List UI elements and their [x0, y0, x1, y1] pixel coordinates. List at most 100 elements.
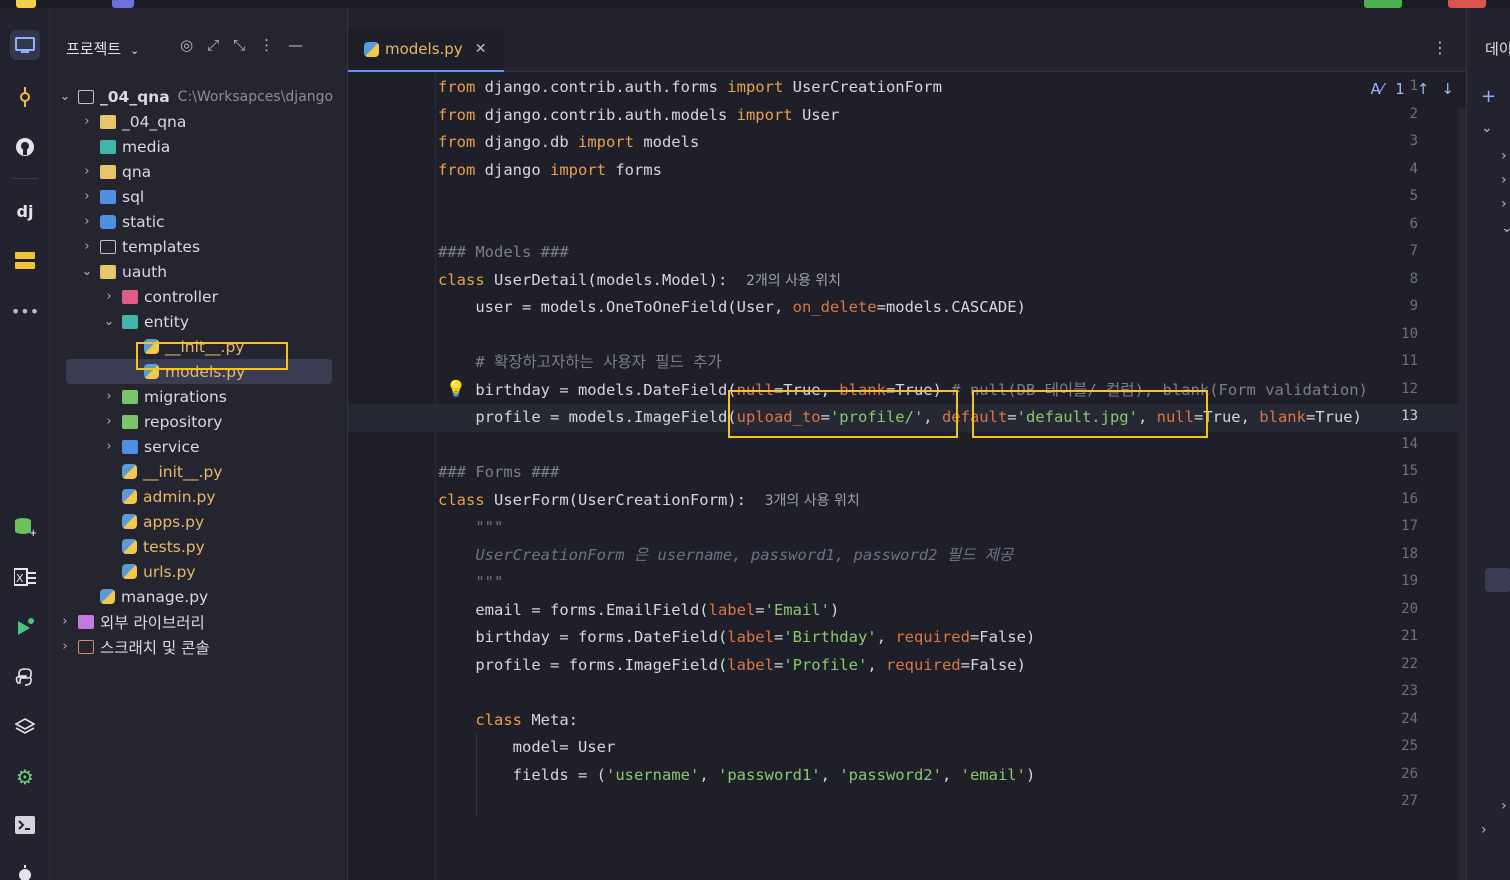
add-icon[interactable]: +	[1481, 86, 1496, 107]
side-scroll-handle[interactable]	[1485, 568, 1510, 592]
tree-item[interactable]: › service	[50, 434, 348, 459]
tree-item[interactable]: __init__.py	[50, 459, 348, 484]
commit-icon[interactable]	[10, 82, 40, 112]
chevron-down-icon[interactable]: ⌄	[1481, 120, 1493, 136]
code-line[interactable]: from django import forms	[438, 157, 662, 183]
chevron-right-icon[interactable]: ›	[80, 114, 94, 129]
code-line[interactable]: UserCreationForm 은 username, password1, …	[438, 542, 1013, 568]
chevron-right-icon[interactable]: ›	[1501, 798, 1507, 814]
code-line[interactable]: class UserForm(UserCreationForm): 3개의 사용…	[438, 487, 860, 513]
tree-item[interactable]: › controller	[50, 284, 348, 309]
tree-item[interactable]: › 외부 라이브러리	[50, 609, 348, 634]
tree-item[interactable]: › migrations	[50, 384, 348, 409]
excel-icon[interactable]: X	[10, 562, 40, 592]
code-token: ,	[820, 765, 840, 784]
tree-item[interactable]: › sql	[50, 184, 348, 209]
code-token: email = forms.EmailField(	[438, 600, 709, 619]
right-tool-strip: 데이 + ⌄ › › › ⌄ › ›	[1466, 8, 1510, 880]
hide-icon[interactable]: —	[288, 36, 303, 54]
code-line[interactable]: # 확장하고자하는 사용자 필드 추가	[438, 349, 721, 375]
terminal-icon[interactable]	[10, 810, 40, 840]
chevron-right-icon[interactable]: ›	[80, 164, 94, 179]
tree-item[interactable]: › qna	[50, 159, 348, 184]
tree-item[interactable]: tests.py	[50, 534, 348, 559]
chevron-right-icon[interactable]: ›	[102, 389, 116, 404]
more-icon[interactable]: •••	[10, 296, 40, 326]
code-line[interactable]: email = forms.EmailField(label='Email')	[438, 597, 839, 623]
options-icon[interactable]: ⋮	[259, 36, 274, 54]
expand-all-icon[interactable]: ⤢	[207, 36, 219, 54]
chevron-right-icon[interactable]: ›	[80, 189, 94, 204]
chevron-right-icon[interactable]: ›	[1501, 196, 1507, 212]
editor-scrollbar[interactable]	[1458, 108, 1466, 880]
code-line[interactable]: class Meta:	[438, 707, 578, 733]
chevron-right-icon[interactable]: ›	[1501, 148, 1507, 164]
code-line[interactable]: model= User	[438, 734, 616, 760]
chevron-down-icon[interactable]: ⌄	[58, 89, 72, 104]
chevron-down-icon[interactable]: ⌄	[1501, 220, 1510, 236]
window-top-strip	[0, 0, 1510, 8]
collapse-all-icon[interactable]: ⤡	[233, 36, 245, 54]
code-line[interactable]: fields = ('username', 'password1', 'pass…	[438, 762, 1036, 788]
code-line[interactable]: ### Models ###	[438, 239, 569, 265]
intention-bulb-icon[interactable]: 💡	[446, 379, 466, 398]
tree-item[interactable]: media	[50, 134, 348, 159]
code-line[interactable]: from django.contrib.auth.models import U…	[438, 102, 839, 128]
settings-icon[interactable]: ⚙	[10, 762, 40, 792]
chevron-right-icon[interactable]: ›	[58, 614, 72, 629]
run-icon[interactable]	[10, 612, 40, 642]
code-line[interactable]: from django.db import models	[438, 129, 699, 155]
code-line[interactable]: """	[438, 569, 503, 595]
code-line[interactable]: from django.contrib.auth.forms import Us…	[438, 74, 942, 100]
code-line[interactable]: class UserDetail(models.Model): 2개의 사용 위…	[438, 267, 841, 293]
activity-separator	[12, 178, 38, 179]
structure-icon[interactable]	[10, 246, 40, 276]
run-green-button[interactable]	[1364, 0, 1402, 8]
tree-item[interactable]: › _04_qna	[50, 109, 348, 134]
code-line[interactable]: birthday = forms.DateField(label='Birthd…	[438, 624, 1035, 650]
code-line[interactable]: ### Forms ###	[438, 459, 559, 485]
tree-item[interactable]: ⌄ _04_qna C:\Worksapces\django	[50, 84, 348, 109]
chevron-right-icon[interactable]: ›	[102, 439, 116, 454]
layers-icon[interactable]	[10, 712, 40, 742]
code-line[interactable]: profile = forms.ImageField(label='Profil…	[438, 652, 1026, 678]
chevron-right-icon[interactable]: ›	[80, 239, 94, 254]
tree-item[interactable]: ⌄ entity	[50, 309, 348, 334]
tree-item[interactable]: › static	[50, 209, 348, 234]
tree-item[interactable]: urls.py	[50, 559, 348, 584]
code-area[interactable]: from django.contrib.auth.forms import Us…	[348, 8, 1466, 880]
github-icon[interactable]	[10, 132, 40, 162]
chevron-right-icon[interactable]: ›	[102, 414, 116, 429]
tree-item[interactable]: › templates	[50, 234, 348, 259]
python-console-icon[interactable]	[10, 662, 40, 692]
debug-icon[interactable]	[10, 858, 40, 880]
chevron-down-icon[interactable]: ⌄	[130, 44, 139, 57]
chevron-down-icon[interactable]: ⌄	[102, 314, 116, 329]
chevron-right-icon[interactable]: ›	[80, 214, 94, 229]
code-line[interactable]: """	[438, 514, 503, 540]
code-token: 3개의 사용 위치	[764, 492, 860, 509]
tree-item-label: 스크래치 및 콘솔	[100, 638, 210, 657]
database-icon[interactable]: +	[10, 512, 40, 542]
code-line[interactable]: user = models.OneToOneField(User, on_del…	[438, 294, 1026, 320]
chevron-right-icon[interactable]: ›	[1481, 822, 1487, 838]
tree-item[interactable]: ⌄ uauth	[50, 259, 348, 284]
django-icon[interactable]: dj	[10, 196, 40, 226]
stop-red-button[interactable]	[1448, 0, 1486, 8]
locate-icon[interactable]: ◎	[180, 36, 193, 54]
tree-item[interactable]: apps.py	[50, 509, 348, 534]
tree-item[interactable]: › 스크래치 및 콘솔	[50, 634, 348, 659]
code-token: )	[1025, 765, 1036, 784]
project-icon[interactable]	[10, 30, 40, 60]
project-switcher-badge[interactable]	[112, 0, 134, 8]
folder-icon	[122, 414, 138, 429]
chevron-right-icon[interactable]: ›	[58, 639, 72, 654]
chevron-right-icon[interactable]: ›	[102, 289, 116, 304]
tree-item[interactable]: › repository	[50, 409, 348, 434]
project-panel-title[interactable]: 프로젝트 ⌄	[66, 38, 139, 59]
database-panel-title[interactable]: 데이	[1485, 38, 1510, 59]
tree-item[interactable]: admin.py	[50, 484, 348, 509]
tree-item[interactable]: manage.py	[50, 584, 348, 609]
chevron-down-icon[interactable]: ⌄	[80, 264, 94, 279]
chevron-right-icon[interactable]: ›	[1501, 172, 1507, 188]
